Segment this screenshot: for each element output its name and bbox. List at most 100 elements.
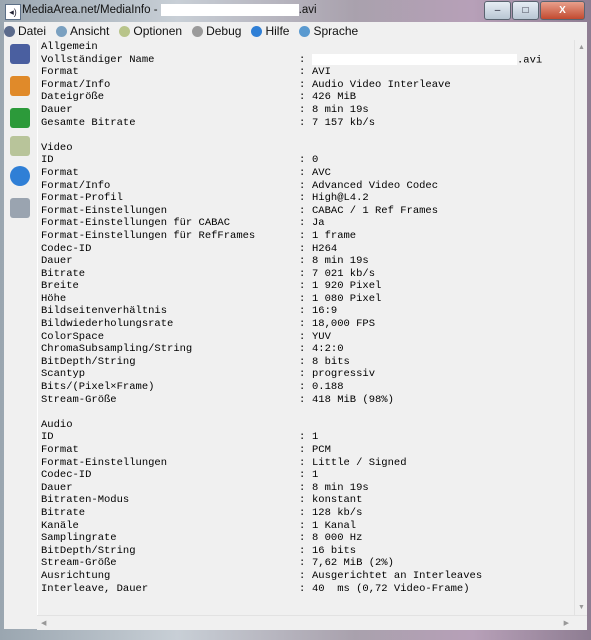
field-value: 16:9 (312, 305, 337, 318)
minimize-button[interactable]: – (484, 1, 511, 20)
title-suffix: .avi (298, 4, 317, 17)
field-value: Advanced Video Codec (312, 180, 438, 193)
value-text: 1 frame (312, 229, 357, 242)
field-label: Codec-ID (41, 469, 92, 482)
copy-icon[interactable] (10, 198, 30, 218)
field-label: Ausrichtung (41, 569, 111, 582)
field-label: Format (41, 66, 79, 79)
mediainfo-window: ◂) MediaArea.net/MediaInfo - .avi – □ X … (0, 0, 591, 640)
vertical-scrollbar[interactable]: ▲ ▼ (574, 40, 587, 615)
field-value: 40 ms (0,72 Video-Frame) (312, 583, 470, 596)
value-text: 4:2:0 (312, 343, 344, 356)
info-row: ColorSpace: YUV (41, 331, 331, 344)
value-text: YUV (312, 330, 331, 343)
scroll-up-arrow[interactable]: ▲ (578, 44, 585, 51)
menu-optionen[interactable]: Optionen (119, 24, 182, 38)
info-row: Codec-ID: H264 (41, 243, 337, 256)
separator: : (299, 204, 306, 217)
info-row: Bitraten-Modus: konstant (41, 494, 362, 507)
field-label: Format (41, 166, 79, 179)
value-text: Little / Signed (312, 456, 407, 469)
scroll-left-arrow[interactable]: ◀ (41, 619, 46, 627)
debug-icon (192, 25, 204, 37)
app-icon: ◂) (5, 4, 21, 20)
field-label: Kanäle (41, 519, 79, 532)
separator: : (299, 506, 306, 519)
open-folder-icon[interactable] (10, 76, 30, 96)
horizontal-scrollbar[interactable]: ◀ ▶ (37, 615, 587, 630)
field-label: Dauer (41, 103, 73, 116)
menu-bar: Datei Ansicht Optionen Debug Hilfe Sprache (4, 22, 587, 40)
separator: : (299, 544, 306, 557)
value-text: PCM (312, 444, 331, 456)
menu-hilfe[interactable]: Hilfe (251, 24, 289, 38)
value-text: Advanced Video Codec (312, 179, 439, 192)
value-text: 1 080 Pixel (312, 292, 382, 305)
field-value: 1 Kanal (312, 520, 356, 533)
close-button[interactable]: X (540, 1, 585, 20)
value-text: .avi (517, 53, 543, 66)
field-label: ID (41, 431, 54, 444)
tree-view-icon[interactable] (10, 136, 30, 156)
menu-ansicht[interactable]: Ansicht (56, 24, 109, 38)
menu-debug[interactable]: Debug (192, 24, 241, 38)
title-bar: ◂) MediaArea.net/MediaInfo - .avi – □ X (0, 0, 591, 22)
separator: : (299, 280, 306, 293)
title-prefix: MediaArea.net/MediaInfo - (22, 4, 161, 17)
info-row: Ausrichtung: Ausgerichtet an Interleaves (41, 570, 482, 583)
info-row: Kanäle:1 Kanal (41, 519, 356, 533)
separator: : (299, 431, 306, 444)
info-row: Format/Info: Audio Video Interleave (41, 79, 451, 92)
field-value: 426 MiB (312, 91, 356, 104)
menu-label: Datei (18, 24, 47, 38)
separator: : (299, 582, 306, 595)
field-value: AVC (312, 167, 331, 180)
info-text-view[interactable]: Allgemein Vollständiger Name: .avi Format: A… (37, 40, 576, 615)
field-label: Stream-Größe (41, 393, 117, 406)
info-row: Format: AVC (41, 166, 331, 180)
info-row: Format-Profil: High@L4.2 (41, 192, 369, 205)
field-value: Ausgerichtet an Interleaves (312, 570, 482, 583)
field-value: 4:2:0 (312, 343, 344, 356)
field-value: .avi (312, 53, 543, 67)
value-text: CABAC / 1 Ref Frames (312, 204, 439, 217)
field-value: Ja (312, 217, 325, 230)
field-label: Format-Einstellungen für RefFrames (41, 229, 256, 242)
value-text: 418 MiB (98%) (312, 393, 394, 406)
export-icon[interactable] (10, 108, 30, 128)
separator: : (299, 292, 306, 305)
separator: : (299, 179, 306, 192)
value-text: AVI (312, 66, 331, 79)
separator: : (299, 229, 306, 242)
menu-datei[interactable]: Datei (4, 24, 46, 38)
maximize-button[interactable]: □ (512, 1, 539, 20)
field-label: Bildseitenverhältnis (41, 305, 168, 318)
separator: : (299, 343, 306, 356)
value-text: 1 (312, 469, 319, 482)
field-label: Stream-Größe (41, 557, 117, 570)
menu-sprache[interactable]: Sprache (299, 24, 358, 38)
scroll-down-arrow[interactable]: ▼ (578, 604, 585, 611)
field-value: 8 000 Hz (312, 532, 362, 545)
field-label: Bitraten-Modus (41, 494, 130, 507)
field-label: Format/Info (41, 179, 111, 192)
view-icon (56, 25, 68, 37)
value-text: 8 000 Hz (312, 532, 363, 545)
value-text: High@L4.2 (312, 192, 369, 205)
field-value: 7 021 kb/s (312, 268, 375, 281)
field-value: 7 157 kb/s (312, 117, 375, 130)
scroll-right-arrow[interactable]: ▶ (564, 619, 569, 627)
value-text: 7 021 kb/s (312, 267, 376, 280)
field-label: BitDepth/String (41, 544, 136, 557)
value-text: 8 min 19s (312, 103, 369, 116)
value-text: 1 (312, 431, 319, 444)
content-area: Allgemein Vollständiger Name: .avi Format: A… (4, 40, 587, 630)
info-row: Höhe:1 080 Pixel (41, 293, 381, 306)
separator: : (299, 53, 306, 66)
value-text: Ja (312, 217, 325, 230)
info-row: Stream-Größe:418 MiB (98%) (41, 394, 394, 407)
separator: : (299, 355, 306, 368)
about-icon[interactable] (10, 166, 30, 186)
separator: : (299, 192, 306, 205)
open-file-icon[interactable] (10, 44, 30, 64)
